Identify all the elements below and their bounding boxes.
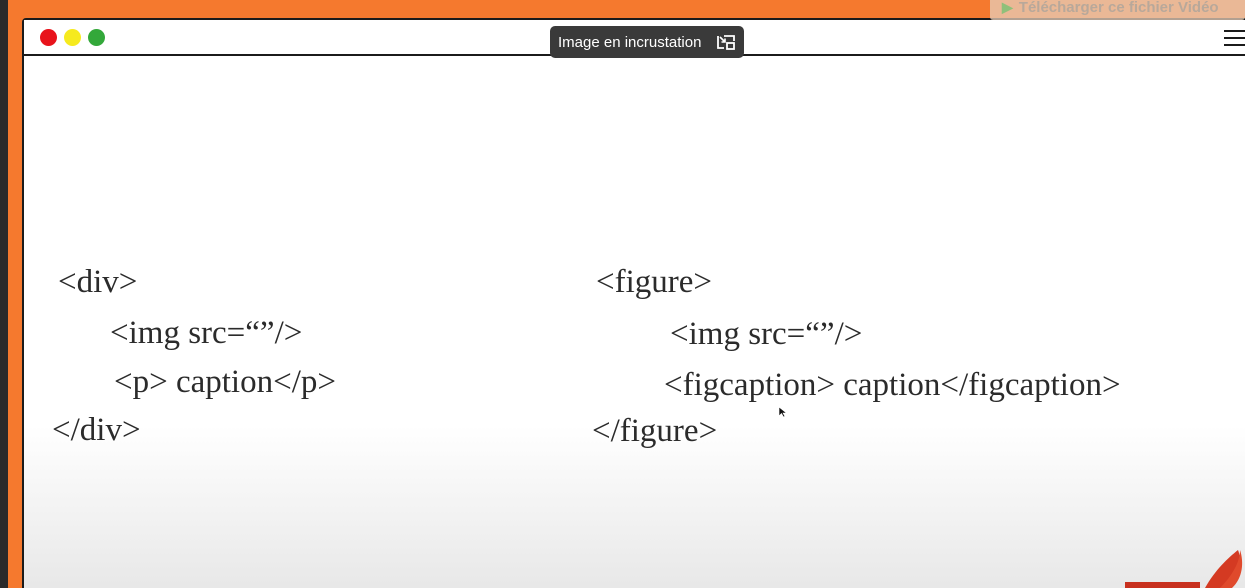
play-icon: ▶ [1002, 0, 1013, 15]
menu-icon [1224, 30, 1245, 46]
right-code-line-1: <figure> [596, 264, 713, 300]
left-code-line-1: <div> [58, 264, 138, 300]
close-dot-icon [40, 29, 57, 46]
left-code-line-4: </div> [52, 412, 141, 448]
left-code-line-3: <p> caption</p> [114, 364, 336, 400]
picture-in-picture-icon[interactable] [716, 32, 736, 52]
slide-content: <div> <img src=“”/> <p> caption</p> </di… [24, 56, 1245, 588]
download-video-button[interactable]: ▶ Télécharger ce fichier Vidéo [990, 0, 1245, 20]
mouse-cursor-icon [778, 406, 788, 418]
right-code-line-4: </figure> [592, 413, 718, 449]
pip-tooltip-label: Image en incrustation [558, 33, 702, 51]
right-code-line-3: <figcaption> caption</figcaption> [664, 367, 1121, 403]
right-code-line-2: <img src=“”/> [670, 316, 863, 352]
video-frame: <div> <img src=“”/> <p> caption</p> </di… [0, 0, 1245, 588]
minimize-dot-icon [64, 29, 81, 46]
left-code-line-2: <img src=“”/> [110, 315, 303, 351]
maximize-dot-icon [88, 29, 105, 46]
browser-window-illustration: <div> <img src=“”/> <p> caption</p> </di… [22, 18, 1245, 588]
download-video-label: Télécharger ce fichier Vidéo [1018, 0, 1219, 16]
picture-in-picture-tooltip: Image en incrustation [550, 26, 744, 58]
corner-logo-icon [1125, 550, 1243, 588]
left-edge-shadow [0, 0, 8, 588]
